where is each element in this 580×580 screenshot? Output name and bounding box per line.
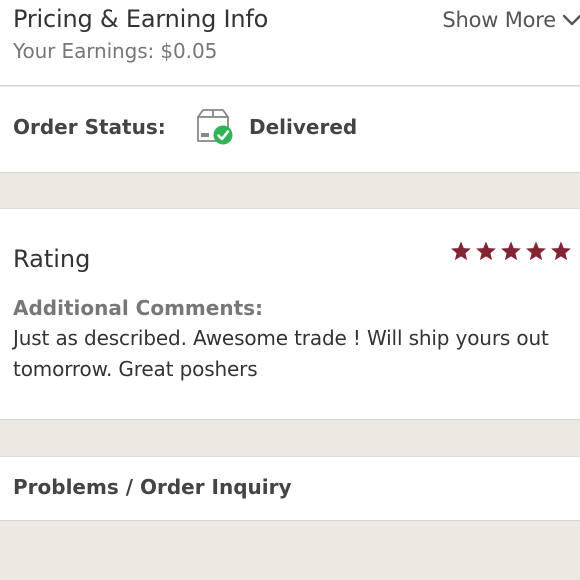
star-icon [476, 241, 496, 261]
star-icon [551, 241, 571, 261]
order-status-label: Order Status: [13, 115, 166, 139]
pricing-title: Pricing & Earning Info [13, 5, 269, 33]
rating-heading: Rating [13, 245, 91, 273]
star-icon [501, 241, 521, 261]
chevron-down-icon [562, 14, 580, 26]
star-rating [450, 240, 572, 262]
additional-comments-text: Just as described. Awesome trade ! Will … [13, 326, 549, 381]
order-status-value: Delivered [249, 115, 358, 139]
additional-comments-heading: Additional Comments: [13, 296, 264, 320]
order-inquiry-label[interactable]: Problems / Order Inquiry [13, 474, 292, 500]
pricing-earning-section: Pricing & Earning Info Your Earnings: $0… [0, 0, 580, 86]
delivered-box-icon [197, 109, 233, 145]
star-icon [451, 241, 471, 261]
star-icon [526, 241, 546, 261]
show-more-button[interactable]: Show More [442, 6, 580, 34]
order-status-section: Order Status: Delivered [0, 87, 580, 173]
show-more-label: Show More [442, 8, 556, 32]
order-inquiry-link[interactable]: Problems / Order Inquiry [0, 456, 580, 521]
earnings-text: Your Earnings: $0.05 [13, 39, 218, 63]
rating-section: Rating Additional Comments: Just as desc… [0, 208, 580, 420]
